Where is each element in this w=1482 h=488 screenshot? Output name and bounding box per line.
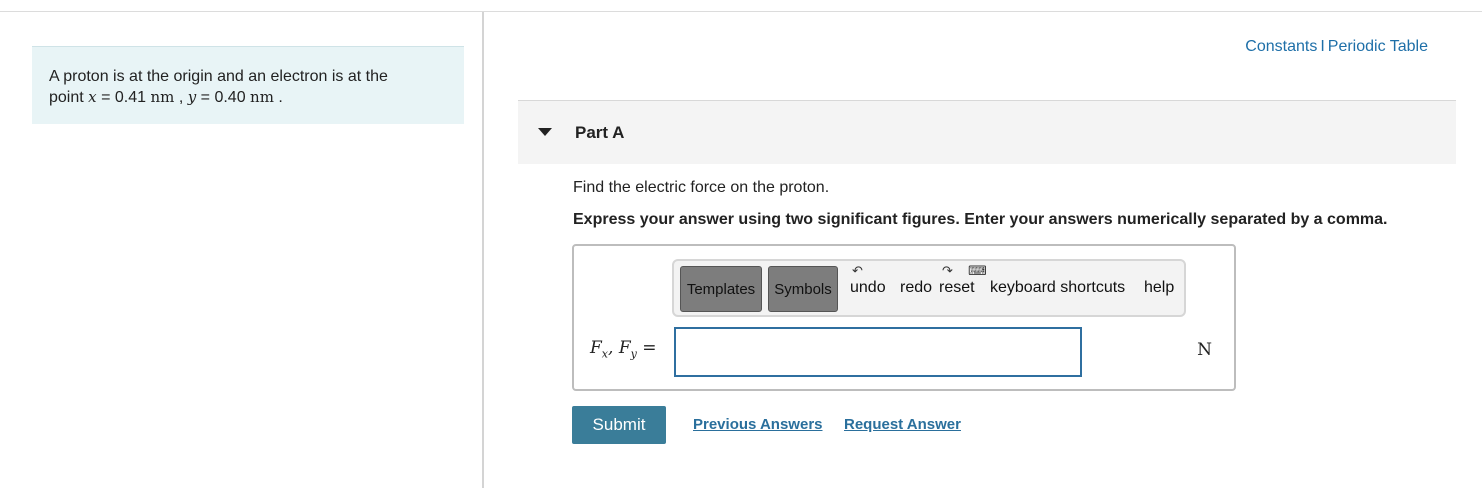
submit-button[interactable]: Submit <box>572 406 666 444</box>
previous-answers-link[interactable]: Previous Answers <box>693 416 823 433</box>
y-value: = 0.40 <box>200 89 246 106</box>
top-rule <box>0 11 1482 12</box>
collapse-caret-icon[interactable] <box>538 128 552 136</box>
force-symbol-y: F <box>618 338 631 358</box>
coord-separator: , <box>178 89 184 106</box>
answer-label: Fx, Fy = <box>590 338 657 360</box>
x-unit: nm <box>150 88 175 106</box>
links-separator: I <box>1320 38 1325 55</box>
request-answer-link[interactable]: Request Answer <box>844 416 961 433</box>
symbols-button[interactable]: Symbols <box>768 266 838 312</box>
answer-box: Templates Symbols ↶ ↷ ⌨ undo redo reset … <box>572 244 1236 391</box>
reset-button[interactable]: reset <box>939 279 975 297</box>
problem-statement: A proton is at the origin and an electro… <box>32 46 464 124</box>
y-variable: y <box>187 88 197 106</box>
force-symbol-x: F <box>590 338 602 358</box>
keyboard-shortcuts-button[interactable]: keyboard shortcuts <box>990 279 1125 297</box>
x-variable: x <box>88 88 97 106</box>
periodic-table-link[interactable]: Periodic Table <box>1328 38 1428 55</box>
templates-button[interactable]: Templates <box>680 266 762 312</box>
instruction-text: Express your answer using two significan… <box>573 211 1388 228</box>
undo-button[interactable]: undo <box>850 279 886 297</box>
question-text: Find the electric force on the proton. <box>573 179 830 196</box>
x-value: = 0.41 <box>101 89 147 106</box>
y-unit: nm <box>250 88 274 106</box>
answer-input[interactable] <box>674 327 1082 377</box>
label-equals: = <box>642 338 657 358</box>
redo-button[interactable]: redo <box>900 279 932 297</box>
problem-point-word: point <box>49 89 84 106</box>
column-divider <box>482 12 484 488</box>
resource-links: Constants I Periodic Table <box>1245 38 1428 56</box>
constants-link[interactable]: Constants <box>1245 38 1317 55</box>
redo-icon: ↷ <box>942 263 953 278</box>
y-subscript: y <box>630 347 637 361</box>
problem-text-line1: A proton is at the origin and an electro… <box>49 68 388 85</box>
part-a-header[interactable]: Part A <box>518 100 1456 164</box>
label-comma: , <box>608 338 614 358</box>
help-button[interactable]: help <box>1144 279 1174 297</box>
keyboard-icon: ⌨ <box>968 263 987 278</box>
math-toolbar: Templates Symbols ↶ ↷ ⌨ undo redo reset … <box>672 259 1186 317</box>
undo-icon: ↶ <box>852 263 863 278</box>
problem-period: . <box>278 89 283 106</box>
part-title: Part A <box>575 123 625 142</box>
answer-unit: N <box>1197 340 1212 360</box>
